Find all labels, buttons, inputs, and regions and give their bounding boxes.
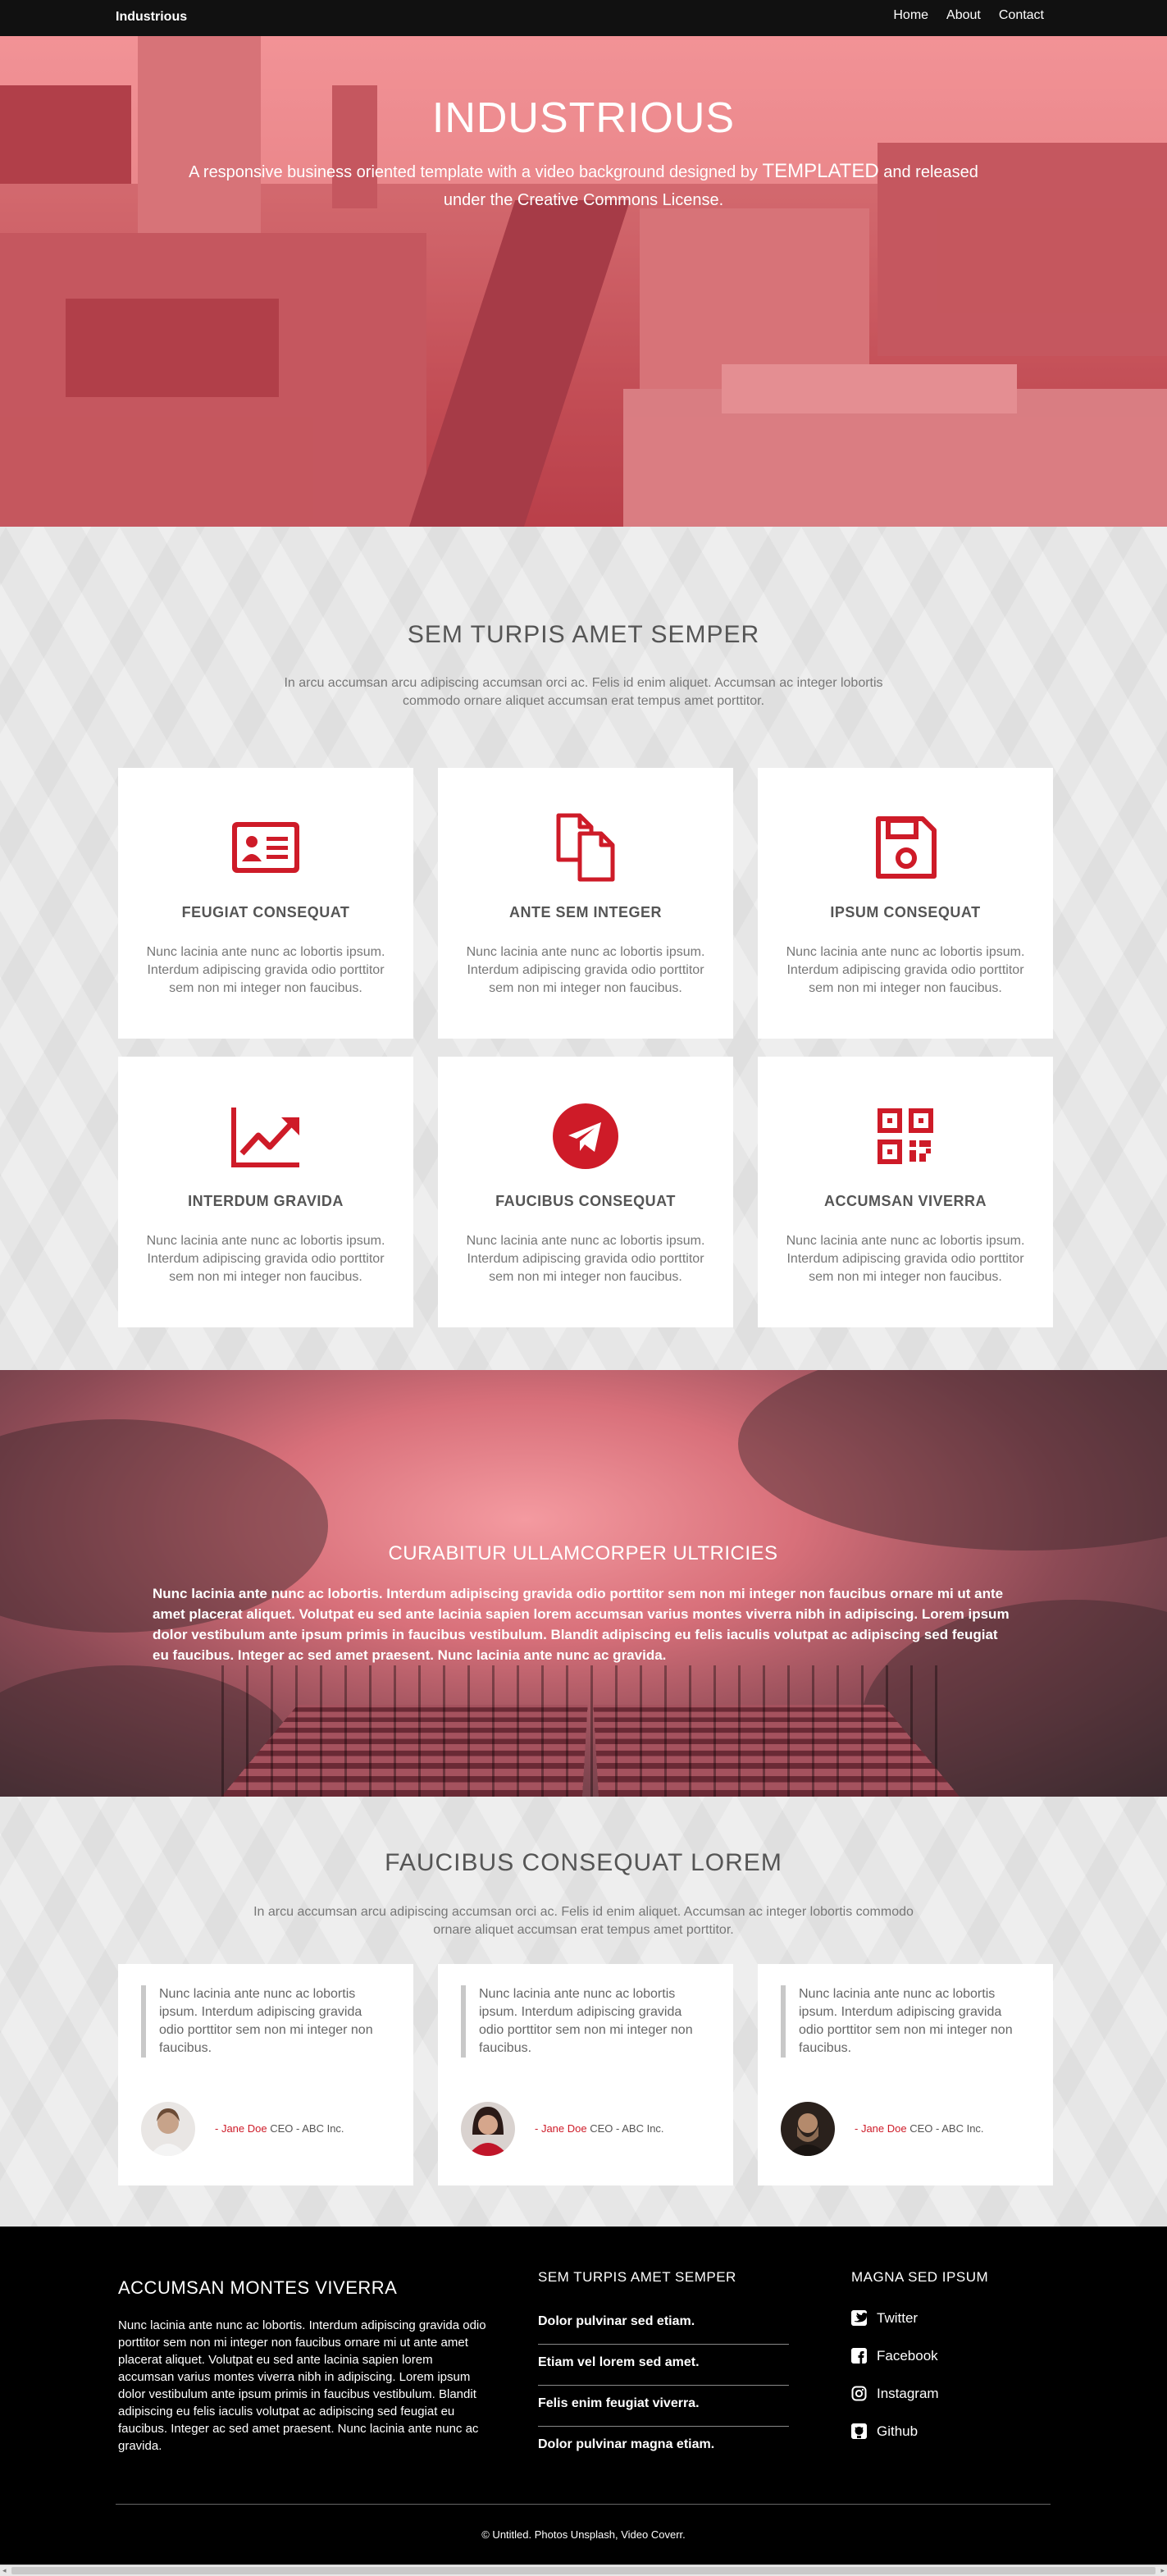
feature-card: ACCUMSAN VIVERRA Nunc lacinia ante nunc … <box>758 1057 1053 1327</box>
social-links: Twitter Facebook Instagram Github <box>851 2304 939 2455</box>
testimonial-citation: - Jane Doe CEO - ABC Inc. <box>215 2122 344 2135</box>
footer-social-title: MAGNA SED IPSUM <box>851 2269 989 2285</box>
scrollbar-thumb[interactable] <box>11 2567 1156 2574</box>
testimonial-card: Nunc lacinia ante nunc ac lobortis ipsum… <box>118 1964 413 2185</box>
cta-content: CURABITUR ULLAMCORPER ULTRICIES Nunc lac… <box>153 1542 1014 1665</box>
features-description: In arcu accumsan arcu adipiscing accumsa… <box>284 676 883 708</box>
testimonials-title: FAUCIBUS CONSEQUAT LOREM <box>385 1849 782 1876</box>
feature-text: Nunc lacinia ante nunc ac lobortis ipsum… <box>146 1234 385 1284</box>
avatar <box>781 2102 835 2156</box>
footer-link[interactable]: Etiam vel lorem sed amet. <box>538 2345 789 2386</box>
footer-divider <box>116 2504 1051 2505</box>
nav-contact[interactable]: Contact <box>999 8 1044 23</box>
author-role: CEO - ABC Inc. <box>590 2122 664 2135</box>
testimonial-card: Nunc lacinia ante nunc ac lobortis ipsum… <box>758 1964 1053 2185</box>
feature-card: IPSUM CONSEQUAT Nunc lacinia ante nunc a… <box>758 768 1053 1039</box>
footer-link[interactable]: Felis enim feugiat viverra. <box>538 2386 789 2427</box>
social-label: Facebook <box>877 2348 938 2364</box>
testimonial-card: Nunc lacinia ante nunc ac lobortis ipsum… <box>438 1964 733 2185</box>
testimonial-citation: - Jane Doe CEO - ABC Inc. <box>535 2122 664 2135</box>
id-card-icon <box>232 822 299 873</box>
footer-links-title: SEM TURPIS AMET SEMPER <box>538 2269 736 2285</box>
citation-dash: - <box>855 2122 861 2135</box>
author-role: CEO - ABC Inc. <box>909 2122 984 2135</box>
paper-plane-icon <box>553 1103 618 1169</box>
feature-text: Nunc lacinia ante nunc ac lobortis ipsum… <box>466 945 705 995</box>
footer-link[interactable]: Dolor pulvinar sed etiam. <box>538 2304 789 2345</box>
social-twitter[interactable]: Twitter <box>851 2304 939 2341</box>
author-name[interactable]: Jane Doe <box>541 2122 587 2135</box>
facebook-icon <box>851 2348 867 2364</box>
cta-text: Nunc lacinia ante nunc ac lobortis. Inte… <box>153 1586 1010 1663</box>
author-role: CEO - ABC Inc. <box>270 2122 344 2135</box>
feature-title: INTERDUM GRAVIDA <box>188 1193 344 1209</box>
avatar <box>461 2102 515 2156</box>
site-footer: ACCUMSAN MONTES VIVERRA Nunc lacinia ant… <box>0 2227 1167 2576</box>
feature-title: IPSUM CONSEQUAT <box>830 904 981 920</box>
social-label: Instagram <box>877 2386 939 2401</box>
scroll-left-arrow-icon[interactable]: ◂ <box>2 2566 7 2575</box>
logo-link[interactable]: Industrious <box>116 10 187 25</box>
tower-grid <box>221 1665 960 1797</box>
feature-title: FEUGIAT CONSEQUAT <box>181 904 350 920</box>
feature-card: FEUGIAT CONSEQUAT Nunc lacinia ante nunc… <box>118 768 413 1039</box>
feature-title: FAUCIBUS CONSEQUAT <box>495 1193 676 1209</box>
footer-about-title: ACCUMSAN MONTES VIVERRA <box>118 2277 398 2298</box>
templated-link[interactable]: TEMPLATED <box>762 160 878 182</box>
nav-home[interactable]: Home <box>893 8 928 23</box>
floppy-disk-icon <box>876 816 937 879</box>
copy-files-icon <box>556 813 615 882</box>
banner-text-start: A responsive business oriented template … <box>189 163 763 181</box>
banner-text: A responsive business oriented template … <box>174 158 994 214</box>
feature-title: ACCUMSAN VIVERRA <box>823 1193 987 1209</box>
citation-dash: - <box>535 2122 541 2135</box>
scroll-right-arrow-icon[interactable]: ▸ <box>1160 2566 1165 2575</box>
footer-links: Dolor pulvinar sed etiam. Etiam vel lore… <box>538 2304 789 2468</box>
feature-text: Nunc lacinia ante nunc ac lobortis ipsum… <box>466 1234 705 1284</box>
banner-content: INDUSTRIOUS A responsive business orient… <box>0 94 1167 214</box>
testimonial-quote: Nunc lacinia ante nunc ac lobortis ipsum… <box>461 1985 707 2058</box>
horizontal-scrollbar[interactable]: ◂ ▸ <box>0 2565 1167 2576</box>
twitter-icon <box>851 2310 867 2326</box>
nav-about[interactable]: About <box>946 8 981 23</box>
social-label: Github <box>877 2423 919 2439</box>
feature-card: FAUCIBUS CONSEQUAT Nunc lacinia ante nun… <box>438 1057 733 1327</box>
cta-section: CURABITUR ULLAMCORPER ULTRICIES Nunc lac… <box>0 1370 1167 1797</box>
testimonial-citation: - Jane Doe CEO - ABC Inc. <box>855 2122 984 2135</box>
cloud-shape <box>738 1370 1167 1551</box>
site-header: Industrious Home About Contact <box>0 0 1167 36</box>
cta-title: CURABITUR ULLAMCORPER ULTRICIES <box>388 1542 778 1564</box>
feature-card: INTERDUM GRAVIDA Nunc lacinia ante nunc … <box>118 1057 413 1327</box>
github-icon <box>851 2423 867 2439</box>
feature-text: Nunc lacinia ante nunc ac lobortis ipsum… <box>786 1234 1025 1284</box>
feature-text: Nunc lacinia ante nunc ac lobortis ipsum… <box>786 945 1025 995</box>
social-facebook[interactable]: Facebook <box>851 2341 939 2379</box>
social-label: Twitter <box>877 2310 919 2326</box>
testimonials-description: In arcu accumsan arcu adipiscing accumsa… <box>253 1905 914 1937</box>
banner-title: INDUSTRIOUS <box>431 94 736 142</box>
features-title: SEM TURPIS AMET SEMPER <box>407 621 760 648</box>
banner: INDUSTRIOUS A responsive business orient… <box>0 36 1167 527</box>
avatar <box>141 2102 195 2156</box>
footer-link[interactable]: Dolor pulvinar magna etiam. <box>538 2427 789 2468</box>
social-github[interactable]: Github <box>851 2417 939 2455</box>
citation-dash: - <box>215 2122 221 2135</box>
author-name[interactable]: Jane Doe <box>221 2122 267 2135</box>
feature-card: ANTE SEM INTEGER Nunc lacinia ante nunc … <box>438 768 733 1039</box>
testimonial-quote: Nunc lacinia ante nunc ac lobortis ipsum… <box>141 1985 387 2058</box>
feature-text: Nunc lacinia ante nunc ac lobortis ipsum… <box>146 945 385 995</box>
social-instagram[interactable]: Instagram <box>851 2379 939 2417</box>
instagram-icon <box>851 2386 867 2401</box>
testimonials-section: FAUCIBUS CONSEQUAT LOREM In arcu accumsa… <box>0 1797 1167 2227</box>
main-nav: Home About Contact <box>893 8 1044 23</box>
copyright: © Untitled. Photos Unsplash, Video Cover… <box>481 2528 686 2541</box>
features-section: SEM TURPIS AMET SEMPER In arcu accumsan … <box>0 527 1167 1370</box>
footer-about-text: Nunc lacinia ante nunc ac lobortis. Inte… <box>118 2318 486 2453</box>
feature-title: ANTE SEM INTEGER <box>508 904 662 920</box>
qr-code-icon <box>878 1108 933 1164</box>
chart-line-icon <box>231 1108 299 1167</box>
author-name[interactable]: Jane Doe <box>861 2122 907 2135</box>
testimonial-quote: Nunc lacinia ante nunc ac lobortis ipsum… <box>781 1985 1027 2058</box>
